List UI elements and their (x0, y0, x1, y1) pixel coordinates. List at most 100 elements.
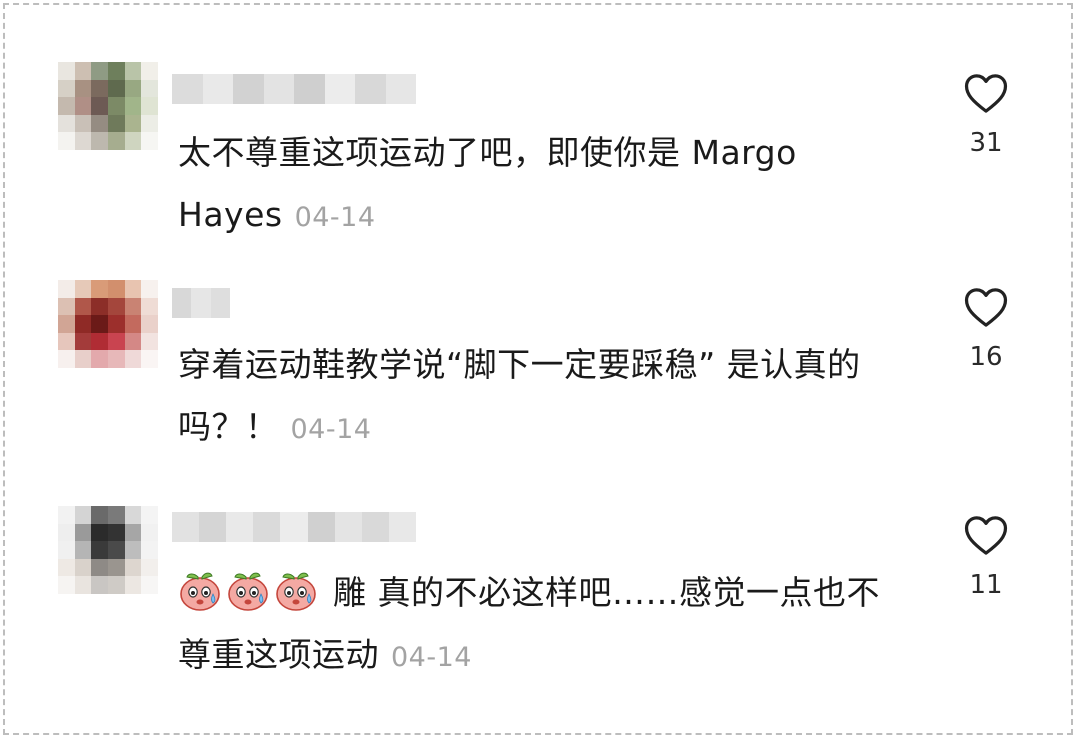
avatar-pixel (107, 576, 125, 594)
avatar-pixel (107, 132, 125, 150)
username-blur-block (202, 74, 233, 104)
username-blurred[interactable] (172, 288, 230, 318)
avatar-pixel (141, 114, 158, 133)
comment-date: 04-14 (294, 202, 376, 233)
crying-peach-emoji-icon (226, 568, 270, 612)
avatar-pixel (58, 297, 75, 316)
avatar-pixel (107, 62, 125, 80)
like-button[interactable]: 31 (955, 72, 1017, 158)
like-button[interactable]: 16 (955, 286, 1017, 372)
username-blur-block (280, 512, 308, 542)
avatar-pixel (58, 280, 75, 298)
username-blur-block (361, 512, 389, 542)
username-blur-block (210, 288, 230, 318)
username-blur-block (388, 512, 416, 542)
avatar-pixel (141, 350, 158, 368)
avatar-pixel (58, 523, 75, 542)
avatar-pixel (107, 79, 125, 98)
avatar-pixel (124, 576, 142, 594)
username-blur-block (233, 74, 264, 104)
avatar-pixel (74, 280, 92, 298)
avatar-pixel (91, 114, 108, 133)
avatar-pixel (107, 114, 125, 133)
username-blur-block (199, 512, 227, 542)
avatar-pixel (107, 97, 125, 115)
like-count: 31 (969, 128, 1003, 158)
avatar-pixel (58, 79, 75, 98)
username-blur-block (294, 74, 325, 104)
avatar-pixel (141, 541, 158, 559)
avatar-pixel (141, 132, 158, 150)
avatar-pixel (141, 62, 158, 80)
avatar-pixel (58, 332, 75, 351)
avatar-pixel (141, 79, 158, 98)
username-blurred[interactable] (172, 512, 416, 542)
avatar-pixel (91, 62, 108, 80)
avatar-pixel (74, 114, 92, 133)
like-count: 11 (969, 570, 1003, 600)
comment-text: 穿着运动鞋教学说“脚下一定要踩稳” 是认真的吗？！ 04-14 (178, 334, 898, 461)
avatar-pixel (124, 506, 142, 524)
avatar-pixel (107, 280, 125, 298)
heart-outline-icon (964, 74, 1008, 113)
avatar-pixel (58, 558, 75, 577)
like-count: 16 (969, 342, 1003, 372)
avatar[interactable] (58, 280, 158, 368)
avatar-pixel (58, 97, 75, 115)
avatar-pixel (107, 297, 125, 316)
avatar-pixel (58, 576, 75, 594)
username-blur-block (172, 512, 200, 542)
avatar-pixel (74, 576, 92, 594)
like-button[interactable]: 11 (955, 514, 1017, 600)
avatar-pixel (107, 315, 125, 333)
avatar-pixel (141, 297, 158, 316)
avatar-pixel (124, 315, 142, 333)
username-blurred[interactable] (172, 74, 416, 104)
avatar-pixel (91, 541, 108, 559)
username-blur-block (385, 74, 416, 104)
heart-outline-icon (964, 516, 1008, 555)
avatar-pixel (124, 114, 142, 133)
avatar-pixel (74, 523, 92, 542)
avatar-pixel (91, 315, 108, 333)
username-blur-block (172, 74, 203, 104)
comment-date: 04-14 (391, 642, 472, 673)
avatar-pixel (91, 79, 108, 98)
comment-text: 雕 真的不必这样吧……感觉一点也不尊重这项运动 04-14 (178, 562, 898, 689)
avatar-pixel (91, 97, 108, 115)
avatar-pixel (91, 576, 108, 594)
avatar-pixel (141, 506, 158, 524)
avatar-pixel (91, 280, 108, 298)
avatar-pixel (107, 541, 125, 559)
avatar[interactable] (58, 62, 158, 150)
avatar-pixel (141, 576, 158, 594)
username-blur-block (172, 288, 192, 318)
avatar-pixel (124, 558, 142, 577)
crying-peach-emoji-icon (274, 568, 318, 612)
avatar-pixel (107, 506, 125, 524)
username-blur-block (324, 74, 355, 104)
avatar-pixel (124, 523, 142, 542)
avatar-pixel (91, 297, 108, 316)
username-blur-block (263, 74, 294, 104)
avatar-pixel (91, 332, 108, 351)
avatar-pixel (58, 506, 75, 524)
avatar-pixel (91, 132, 108, 150)
avatar-pixel (91, 506, 108, 524)
avatar-pixel (74, 315, 92, 333)
avatar-pixel (74, 79, 92, 98)
avatar-pixel (124, 79, 142, 98)
avatar-pixel (107, 350, 125, 368)
avatar-pixel (58, 62, 75, 80)
avatar[interactable] (58, 506, 158, 594)
crying-peach-emoji-icon (178, 568, 222, 612)
username-blur-block (191, 288, 211, 318)
avatar-pixel (91, 350, 108, 368)
avatar-pixel (91, 523, 108, 542)
comment-body: 太不尊重这项运动了吧，即使你是 Margo Hayes (178, 133, 797, 234)
avatar-pixel (124, 541, 142, 559)
avatar-pixel (124, 132, 142, 150)
avatar-pixel (74, 297, 92, 316)
avatar-pixel (74, 506, 92, 524)
avatar-pixel (74, 541, 92, 559)
